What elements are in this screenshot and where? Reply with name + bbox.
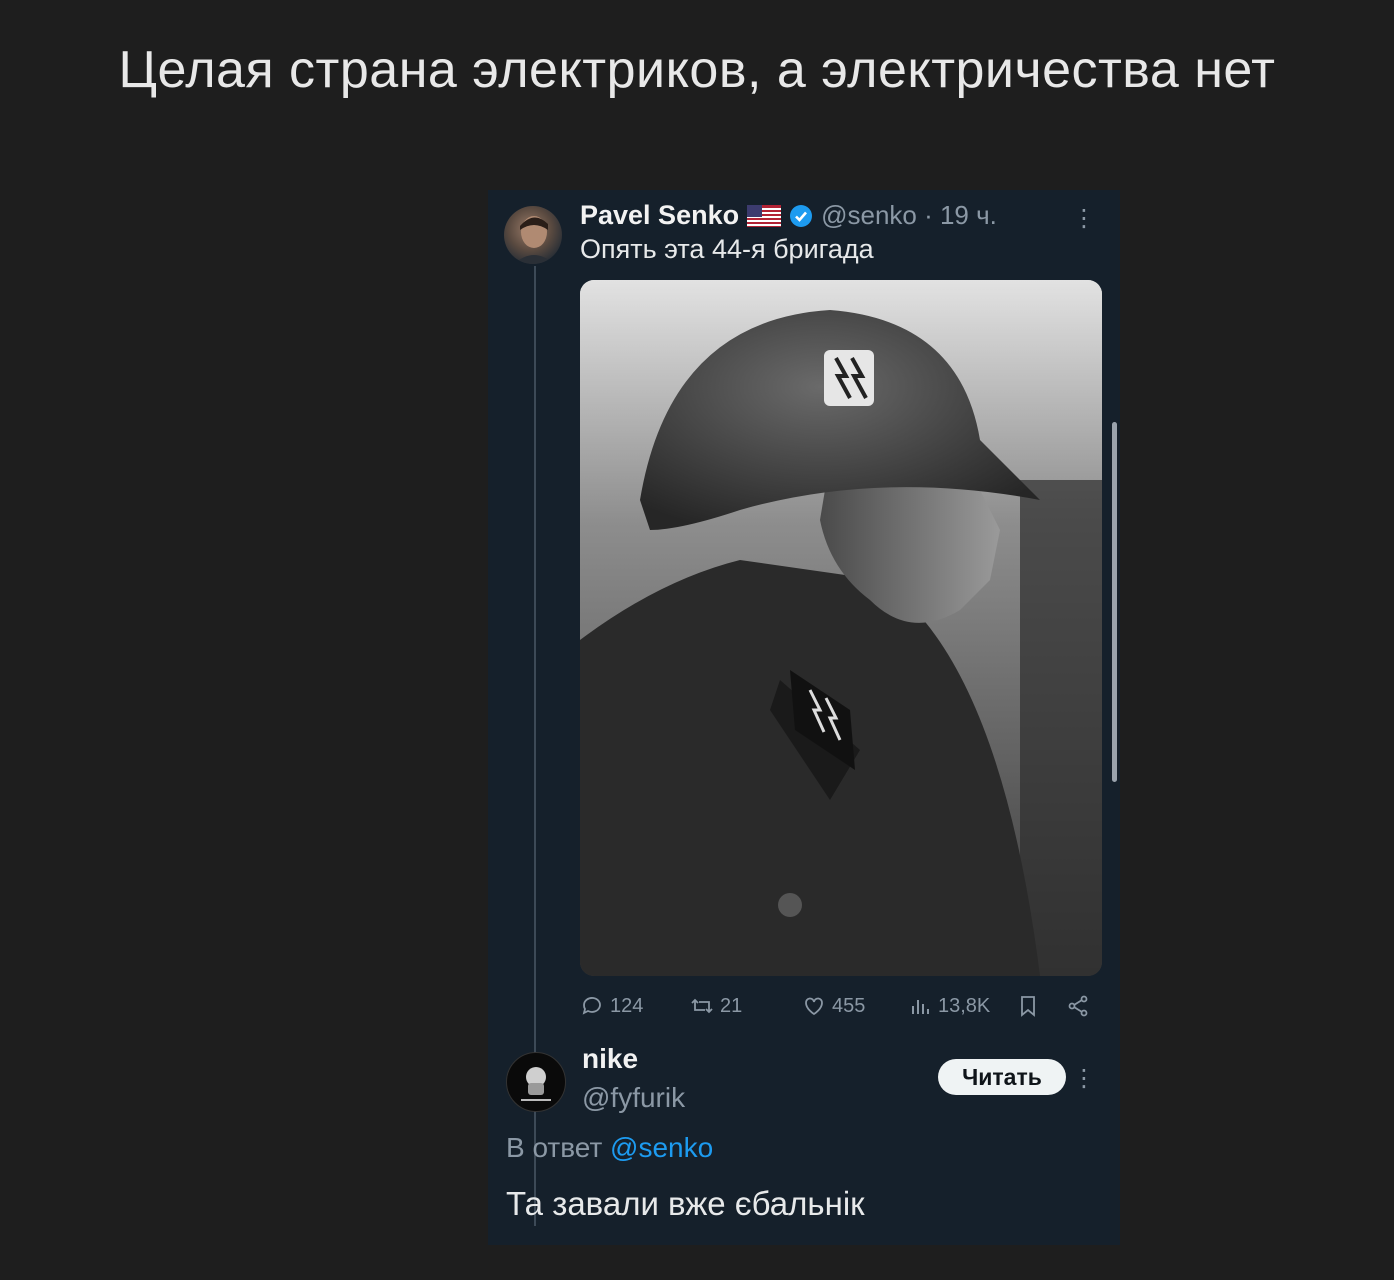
share-icon[interactable] (1066, 994, 1090, 1018)
reply-count: 124 (610, 994, 644, 1017)
tweet-header: Pavel Senko @senko · 19 ч. (580, 200, 997, 231)
tweet-screenshot: Pavel Senko @senko · 19 ч. ⋮ Опять эта 4… (488, 190, 1120, 1245)
reply-author-avatar[interactable] (506, 1052, 566, 1112)
more-options-icon[interactable]: ⋮ (1072, 204, 1096, 232)
us-flag-icon (747, 204, 782, 227)
reply-text: Та завали вже єбальнік (506, 1185, 865, 1222)
retweet-icon (691, 998, 713, 1014)
reply-icon (582, 997, 601, 1015)
like-count: 455 (832, 994, 866, 1017)
reply-more-options-icon[interactable]: ⋮ (1072, 1064, 1096, 1092)
reply-action[interactable]: 124 (580, 994, 643, 1018)
author-name[interactable]: Pavel Senko (580, 200, 739, 231)
author-handle-time[interactable]: @senko · 19 ч. (821, 200, 997, 231)
heart-icon (805, 997, 823, 1016)
views-icon (912, 1000, 929, 1014)
reply-author-handle[interactable]: @fyfurik (582, 1082, 685, 1114)
retweet-count: 21 (720, 994, 743, 1017)
verified-badge-icon (789, 204, 813, 228)
bookmark-icon[interactable] (1016, 994, 1040, 1018)
tweet-actions: 124 21 455 13,8K (580, 994, 1100, 1022)
author-avatar[interactable] (504, 206, 562, 264)
in-reply-prefix: В ответ (506, 1132, 603, 1163)
like-action[interactable]: 455 (802, 994, 865, 1018)
views-action[interactable]: 13,8K (908, 994, 990, 1018)
post-title: Целая страна электриков, а электричества… (118, 41, 1276, 99)
tweet-text: Опять эта 44-я бригада (580, 234, 874, 264)
follow-button[interactable]: Читать (938, 1059, 1066, 1095)
in-reply-mention[interactable]: @senko (610, 1132, 713, 1163)
retweet-action[interactable]: 21 (690, 994, 742, 1018)
tweet-image[interactable] (580, 280, 1102, 976)
in-reply-to: В ответ @senko (506, 1132, 713, 1164)
scrollbar[interactable] (1112, 422, 1117, 782)
reply-author-name[interactable]: nike (582, 1043, 638, 1075)
views-count: 13,8K (938, 994, 991, 1017)
